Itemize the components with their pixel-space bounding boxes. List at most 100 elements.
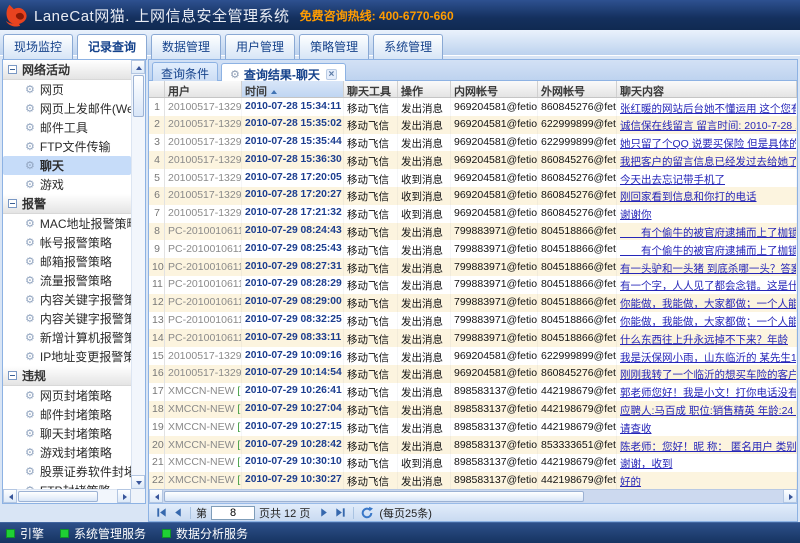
chat-content-link[interactable]: 诚信保在线留言 留言时间: 2010-7-28 10:50:0 xyxy=(620,120,797,132)
chat-content-link[interactable]: 有一头驴和一头猪 到底杀哪一头？答案：杀猪 xyxy=(620,263,797,275)
chat-content-link[interactable]: 她只留了个QQ 说要买保险 但是具体的您回去! xyxy=(620,138,797,150)
chat-content-link[interactable]: 郭老师您好！我是小文！打你电话没有接，有 xyxy=(620,387,797,399)
chat-content-link[interactable]: 今天出去忘记带手机了 xyxy=(620,174,725,186)
chat-content-link[interactable]: 我是沃保网小雨，山东临沂的 某先生1386497 xyxy=(620,352,797,364)
sidebar-item-1-4[interactable]: ⚙内容关键字报警策略.网 xyxy=(3,290,131,309)
next-page-button[interactable] xyxy=(316,506,332,520)
nav-tab-0[interactable]: 现场监控 xyxy=(3,34,73,60)
table-row[interactable]: 9PC-20100106111 2010-07-29 08:25:43移动飞信发… xyxy=(149,240,797,258)
table-row[interactable]: 11PC-20100106111 2010-07-29 08:28:29移动飞信… xyxy=(149,276,797,294)
grid-horizontal-scrollbar[interactable] xyxy=(149,489,797,503)
sidebar-item-2-5[interactable]: ⚙FTP封堵策略 xyxy=(3,481,131,489)
chat-content-link[interactable]: 有一个字，人人见了都会念错。这是什么字？! xyxy=(620,280,797,292)
column-header-1[interactable]: 时间 xyxy=(242,81,344,97)
column-header-6[interactable]: 聊天内容 xyxy=(617,81,797,97)
chat-content-link[interactable]: 我把客户的留言信息已经发过去给她了 xyxy=(620,156,797,168)
close-icon[interactable]: × xyxy=(326,69,337,80)
chat-content-link[interactable]: 有个偷牛的被官府逮捕而上了枷锁。熟人! xyxy=(620,227,797,239)
table-row[interactable]: 17XMCCN-NEW [19:2010-07-29 10:26:41移动飞信发… xyxy=(149,383,797,401)
scrollbar-thumb[interactable] xyxy=(133,75,144,117)
column-header-5[interactable]: 外网帐号 xyxy=(538,81,617,97)
chat-content-link[interactable]: 谢谢，收到 xyxy=(620,458,673,470)
sidebar-item-2-0[interactable]: ⚙网页封堵策略 xyxy=(3,386,131,405)
table-row[interactable]: 420100517-1329 [12010-07-28 15:36:30移动飞信… xyxy=(149,151,797,169)
collapse-icon[interactable] xyxy=(8,65,17,74)
chat-content-link[interactable]: 刚回家看到信息和你打的电话 xyxy=(620,191,757,203)
scroll-left-button[interactable] xyxy=(149,489,163,503)
scroll-up-button[interactable] xyxy=(131,60,145,74)
table-row[interactable]: 21XMCCN-NEW [19:2010-07-29 10:30:10移动飞信收… xyxy=(149,454,797,472)
scrollbar-thumb[interactable] xyxy=(164,491,584,502)
section-header-2[interactable]: 违规 xyxy=(3,366,131,386)
scroll-left-button[interactable] xyxy=(3,489,17,503)
sidebar-item-0-2[interactable]: ⚙邮件工具 xyxy=(3,118,131,137)
sidebar-item-2-2[interactable]: ⚙聊天封堵策略 xyxy=(3,424,131,443)
chat-content-link[interactable]: 好的 xyxy=(620,476,641,488)
chat-content-link[interactable]: 你能做，我能做，大家都做；一个人能做，两 xyxy=(620,298,797,310)
chat-content-link[interactable]: 谢谢你 xyxy=(620,209,652,221)
table-row[interactable]: 720100517-1329 [12010-07-28 17:21:32移动飞信… xyxy=(149,205,797,223)
sidebar-item-1-3[interactable]: ⚙流量报警策略 xyxy=(3,271,131,290)
sidebar-item-0-4[interactable]: ⚙聊天 xyxy=(3,156,131,175)
chat-content-link[interactable]: 你能做，我能做，大家都做；一个人能做，两 xyxy=(620,316,797,328)
table-row[interactable]: 12PC-20100106111 2010-07-29 08:29:00移动飞信… xyxy=(149,294,797,312)
table-row[interactable]: 20XMCCN-NEW [19:2010-07-29 10:28:42移动飞信发… xyxy=(149,436,797,454)
chat-content-link[interactable]: 陈老师：您好！昵 称： 匿名用户 类别： 未知 xyxy=(620,441,797,453)
sidebar-item-2-4[interactable]: ⚙股票证券软件封堵策略 xyxy=(3,462,131,481)
sidebar-item-1-1[interactable]: ⚙帐号报警策略 xyxy=(3,233,131,252)
section-header-0[interactable]: 网络活动 xyxy=(3,60,131,80)
table-row[interactable]: 120100517-1329 [12010-07-28 15:34:11移动飞信… xyxy=(149,98,797,116)
sidebar-item-1-6[interactable]: ⚙新增计算机报警策略 xyxy=(3,328,131,347)
nav-tab-3[interactable]: 用户管理 xyxy=(225,34,295,60)
scrollbar-thumb[interactable] xyxy=(18,491,98,502)
previous-page-button[interactable] xyxy=(169,506,185,520)
last-page-button[interactable] xyxy=(332,506,348,520)
sidebar-item-1-0[interactable]: ⚙MAC地址报警策略 xyxy=(3,214,131,233)
sidebar-item-1-7[interactable]: ⚙IP地址变更报警策略 xyxy=(3,347,131,366)
table-row[interactable]: 1620100517-1329 [12010-07-29 10:14:54移动飞… xyxy=(149,365,797,383)
column-header-4[interactable]: 内网帐号 xyxy=(451,81,538,97)
column-header-3[interactable]: 操作 xyxy=(398,81,451,97)
table-row[interactable]: 13PC-20100106111 2010-07-29 08:32:25移动飞信… xyxy=(149,312,797,330)
table-row[interactable]: 19XMCCN-NEW [19:2010-07-29 10:27:15移动飞信发… xyxy=(149,418,797,436)
collapse-icon[interactable] xyxy=(8,371,17,380)
nav-tab-1[interactable]: 记录查询 xyxy=(77,34,147,60)
table-row[interactable]: 520100517-1329 [12010-07-28 17:20:05移动飞信… xyxy=(149,169,797,187)
sidebar-item-0-3[interactable]: ⚙FTP文件传输 xyxy=(3,137,131,156)
scroll-down-button[interactable] xyxy=(131,475,145,489)
chat-content-link[interactable]: 有个偷牛的被官府逮捕而上了枷锁。熟人! xyxy=(620,245,797,257)
collapse-icon[interactable] xyxy=(8,199,17,208)
sidebar-horizontal-scrollbar[interactable] xyxy=(3,489,131,503)
table-row[interactable]: 14PC-20100106111 2010-07-29 08:33:11移动飞信… xyxy=(149,329,797,347)
table-row[interactable]: 320100517-1329 [12010-07-28 15:35:44移动飞信… xyxy=(149,134,797,152)
chat-content-link[interactable]: 刚刚我转了一个临沂的想买车险的客户给张红 xyxy=(620,369,797,381)
sidebar-item-0-5[interactable]: ⚙游戏 xyxy=(3,175,131,194)
chat-content-link[interactable]: 应聘人:马百成 职位:销售精英 年龄:24 性别(男 xyxy=(620,405,797,417)
table-row[interactable]: 8PC-20100106111 2010-07-29 08:24:43移动飞信发… xyxy=(149,223,797,241)
sidebar-item-1-2[interactable]: ⚙邮箱报警策略 xyxy=(3,252,131,271)
section-header-1[interactable]: 报警 xyxy=(3,194,131,214)
scroll-right-button[interactable] xyxy=(117,489,131,503)
nav-tab-2[interactable]: 数据管理 xyxy=(151,34,221,60)
sidebar-vertical-scrollbar[interactable] xyxy=(131,60,145,489)
chat-content-link[interactable]: 什么东西往上升永远掉不下来？年龄 xyxy=(620,334,788,346)
table-row[interactable]: 620100517-1329 [12010-07-28 17:20:27移动飞信… xyxy=(149,187,797,205)
column-header-2[interactable]: 聊天工具 xyxy=(344,81,398,97)
chat-content-link[interactable]: 请查收 xyxy=(620,423,652,435)
sidebar-item-2-3[interactable]: ⚙游戏封堵策略 xyxy=(3,443,131,462)
chat-content-link[interactable]: 张红暖的网站后台她不懂运用 这个您有空记得 xyxy=(620,103,797,115)
sidebar-item-2-1[interactable]: ⚙邮件封堵策略 xyxy=(3,405,131,424)
scroll-right-button[interactable] xyxy=(783,489,797,503)
sidebar-item-1-5[interactable]: ⚙内容关键字报警策略.邮 xyxy=(3,309,131,328)
table-row[interactable]: 22XMCCN-NEW [19:2010-07-29 10:30:27移动飞信发… xyxy=(149,472,797,489)
column-header-0[interactable]: 用户 xyxy=(165,81,242,97)
sidebar-item-0-0[interactable]: ⚙网页 xyxy=(3,80,131,99)
first-page-button[interactable] xyxy=(153,506,169,520)
page-number-input[interactable] xyxy=(211,506,255,520)
table-row[interactable]: 1520100517-1329 [12010-07-29 10:09:16移动飞… xyxy=(149,347,797,365)
table-row[interactable]: 18XMCCN-NEW [19:2010-07-29 10:27:04移动飞信发… xyxy=(149,401,797,419)
sidebar-item-0-1[interactable]: ⚙网页上发邮件(Web Mai xyxy=(3,99,131,118)
table-row[interactable]: 220100517-1329 [12010-07-28 15:35:02移动飞信… xyxy=(149,116,797,134)
table-row[interactable]: 10PC-20100106111 2010-07-29 08:27:31移动飞信… xyxy=(149,258,797,276)
nav-tab-5[interactable]: 系统管理 xyxy=(373,34,443,60)
